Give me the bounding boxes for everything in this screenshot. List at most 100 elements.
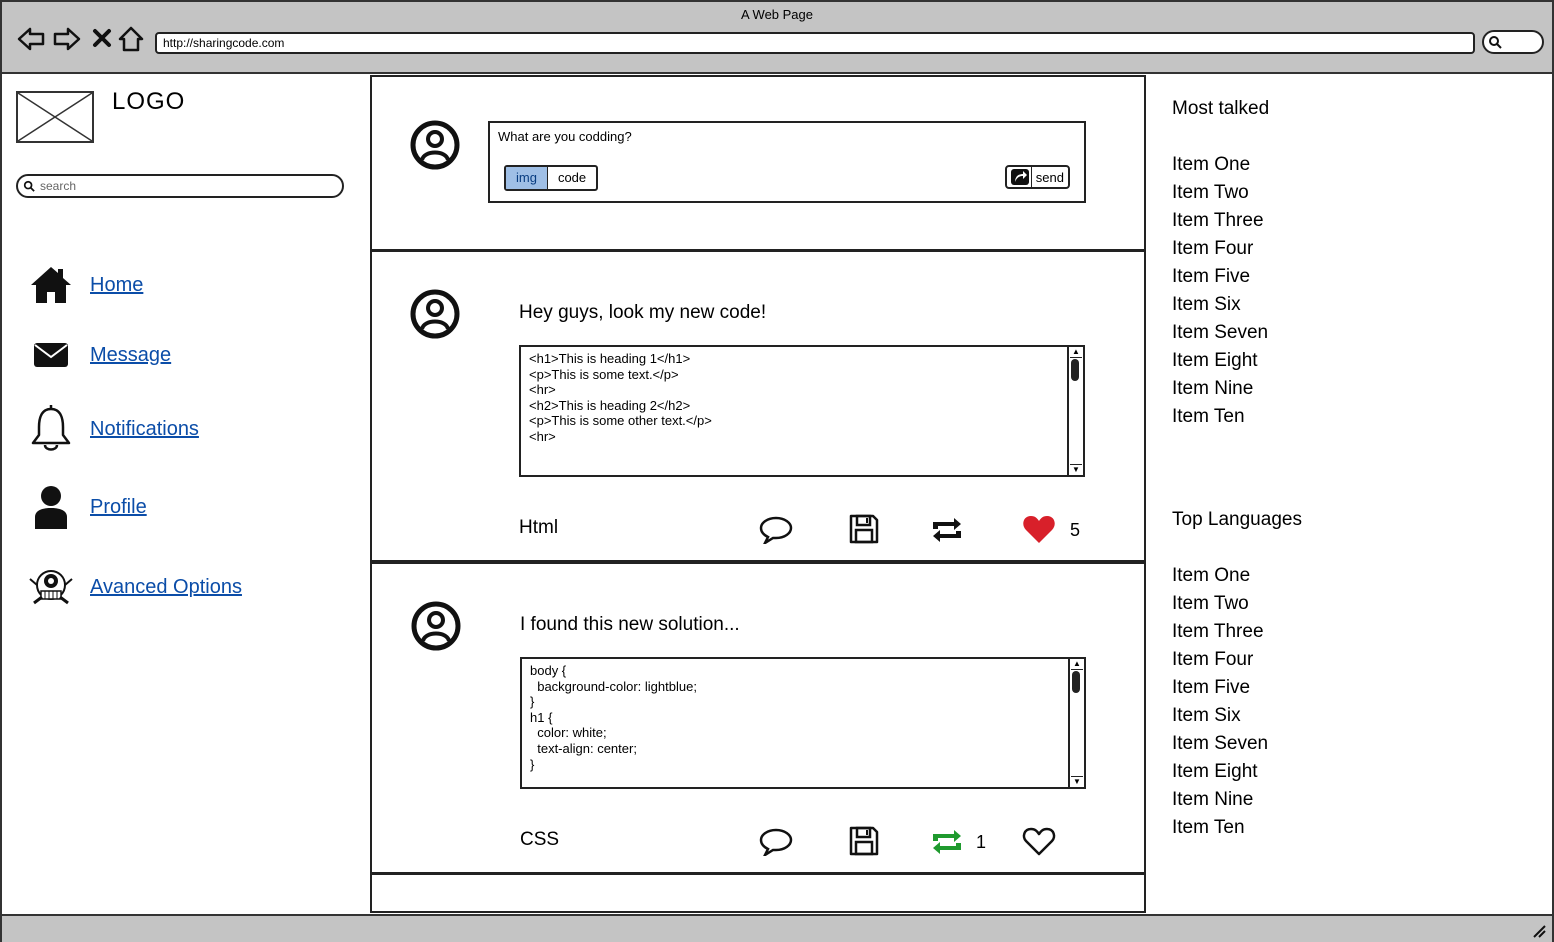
floppy-disk-icon: [849, 826, 879, 856]
logo-image-placeholder: [16, 91, 94, 143]
composer-type-toggle[interactable]: img code: [504, 165, 599, 191]
avatar-icon: [410, 289, 460, 339]
floppy-disk-icon: [849, 514, 879, 544]
post-language: CSS: [520, 829, 560, 850]
scrollbar[interactable]: ▲ ▼: [1067, 347, 1083, 475]
logo-text: LOGO: [112, 88, 186, 115]
retweet-icon: [933, 830, 961, 854]
heart-filled-icon: [1023, 516, 1055, 543]
forward-arrow-icon[interactable]: [52, 24, 82, 54]
list-item[interactable]: Item Nine: [1172, 786, 1268, 814]
user-icon: [28, 484, 74, 530]
comment-icon: [759, 828, 793, 856]
sidebar-item-home[interactable]: Home: [28, 262, 143, 308]
list-item[interactable]: Item Seven: [1172, 730, 1268, 758]
sidebar-item-label[interactable]: Notifications: [90, 418, 199, 441]
like-button[interactable]: [1021, 824, 1057, 858]
avatar-icon: [411, 601, 461, 651]
scrollbar[interactable]: ▲ ▼: [1068, 659, 1084, 787]
code-snippet-text: body { background-color: lightblue; } h1…: [530, 663, 697, 772]
list-item[interactable]: Item Three: [1172, 207, 1268, 235]
sidebar-item-message[interactable]: Message: [28, 332, 171, 378]
home-nav-icon[interactable]: [116, 24, 146, 54]
list-item[interactable]: Item Eight: [1172, 758, 1268, 786]
list-item[interactable]: Item Six: [1172, 291, 1268, 319]
browser-chrome: A Web Page http://sharingcode.com: [2, 2, 1552, 74]
heart-outline-icon: [1022, 827, 1056, 856]
code-snippet-text: <h1>This is heading 1</h1> <p>This is so…: [529, 351, 712, 444]
url-bar[interactable]: http://sharingcode.com: [155, 32, 1475, 54]
close-icon[interactable]: [88, 24, 118, 54]
search-icon: [23, 180, 35, 192]
search-placeholder: search: [40, 179, 77, 193]
scroll-down-icon[interactable]: ▼: [1070, 464, 1082, 475]
sidebar-item-profile[interactable]: Profile: [28, 484, 147, 530]
list-item[interactable]: Item Four: [1172, 646, 1268, 674]
code-snippet-box[interactable]: body { background-color: lightblue; } h1…: [520, 657, 1086, 789]
sidebar-item-label[interactable]: Avanced Options: [90, 576, 242, 599]
sidebar-search-input[interactable]: search: [16, 174, 344, 198]
list-item[interactable]: Item Eight: [1172, 347, 1268, 375]
window-title: A Web Page: [740, 7, 814, 22]
share-arrow-icon: [1009, 167, 1032, 187]
retweet-button[interactable]: [929, 825, 965, 859]
post-title: I found this new solution...: [520, 614, 740, 635]
list-item[interactable]: Item Five: [1172, 674, 1268, 702]
scroll-thumb[interactable]: [1071, 359, 1079, 381]
list-item[interactable]: Item Two: [1172, 590, 1268, 618]
back-arrow-icon[interactable]: [16, 24, 46, 54]
comment-icon: [759, 516, 793, 544]
tab-img[interactable]: img: [506, 167, 548, 189]
status-bar: [2, 914, 1552, 942]
resize-grip-icon[interactable]: [1532, 924, 1546, 938]
envelope-icon: [28, 332, 74, 378]
scroll-up-icon[interactable]: ▲: [1070, 347, 1082, 358]
list-item[interactable]: Item Ten: [1172, 814, 1268, 842]
comment-button[interactable]: [758, 825, 794, 859]
post-title: Hey guys, look my new code!: [519, 302, 767, 323]
composer-box[interactable]: What are you codding? img code send: [488, 121, 1086, 203]
send-button[interactable]: send: [1004, 165, 1070, 189]
robot-icon: [28, 564, 74, 610]
sidebar-item-label[interactable]: Message: [90, 344, 171, 367]
list-item[interactable]: Item One: [1172, 562, 1268, 590]
comment-button[interactable]: [758, 513, 794, 547]
most-talked-title: Most talked: [1172, 98, 1270, 119]
list-item[interactable]: Item Three: [1172, 618, 1268, 646]
list-item[interactable]: Item Ten: [1172, 403, 1268, 431]
list-item[interactable]: Item Five: [1172, 263, 1268, 291]
list-item[interactable]: Item Seven: [1172, 319, 1268, 347]
list-item[interactable]: Item Nine: [1172, 375, 1268, 403]
like-button[interactable]: [1021, 512, 1057, 546]
search-icon: [1489, 36, 1502, 49]
post-card-partial: [370, 873, 1146, 913]
sidebar-item-label[interactable]: Home: [90, 274, 143, 297]
avatar-icon: [410, 120, 460, 170]
retweet-count: 1: [976, 832, 987, 852]
scroll-up-icon[interactable]: ▲: [1071, 659, 1083, 670]
tab-code[interactable]: code: [548, 167, 596, 189]
code-snippet-box[interactable]: <h1>This is heading 1</h1> <p>This is so…: [519, 345, 1085, 477]
browser-search-field[interactable]: [1482, 30, 1544, 54]
sidebar-item-notifications[interactable]: Notifications: [28, 405, 199, 452]
scroll-thumb[interactable]: [1072, 671, 1080, 693]
top-languages-list: Item One Item Two Item Three Item Four I…: [1172, 562, 1268, 842]
most-talked-list: Item One Item Two Item Three Item Four I…: [1172, 151, 1268, 431]
save-button[interactable]: [846, 512, 882, 546]
list-item[interactable]: Item Four: [1172, 235, 1268, 263]
list-item[interactable]: Item Two: [1172, 179, 1268, 207]
home-icon: [28, 262, 74, 308]
sidebar-item-label[interactable]: Profile: [90, 496, 147, 519]
retweet-icon: [933, 518, 961, 542]
bell-icon: [28, 405, 74, 452]
composer-prompt: What are you codding?: [498, 129, 632, 144]
sidebar-item-advanced-options[interactable]: Avanced Options: [28, 564, 242, 610]
scroll-down-icon[interactable]: ▼: [1071, 776, 1083, 787]
list-item[interactable]: Item One: [1172, 151, 1268, 179]
top-languages-title: Top Languages: [1172, 509, 1302, 530]
send-label: send: [1035, 169, 1064, 185]
list-item[interactable]: Item Six: [1172, 702, 1268, 730]
save-button[interactable]: [846, 824, 882, 858]
post-language: Html: [519, 517, 559, 538]
retweet-button[interactable]: [929, 513, 965, 547]
